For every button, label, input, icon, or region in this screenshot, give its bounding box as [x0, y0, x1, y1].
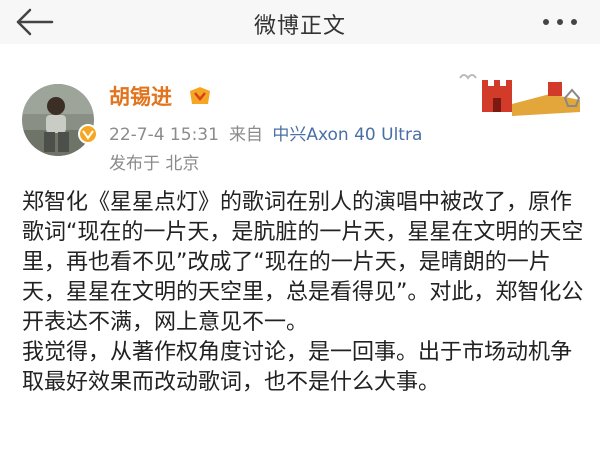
top-navigation-bar: 微博正文: [0, 0, 600, 44]
verified-badge-icon: [78, 124, 98, 144]
post-paragraph-1: 郑智化《星星点灯》的歌词在别人的演唱中被改了，原作歌词“现在的一片天，是肮脏的一…: [22, 190, 584, 335]
more-dots-icon[interactable]: [538, 8, 582, 36]
source-prefix: 来自: [228, 125, 263, 145]
post-location: 发布于 北京: [109, 154, 200, 174]
weibo-member-badge-icon[interactable]: [188, 84, 212, 108]
post-meta: 22-7-4 15:31 来自 中兴Axon 40 Ultra: [109, 120, 422, 145]
device-link[interactable]: 中兴Axon 40 Ultra: [272, 125, 422, 145]
post-time: 22-7-4 15:31: [109, 125, 219, 145]
post-paragraph-2: 我觉得，从著作权角度讨论，是一回事。出于市场动机争取最好效果而改动歌词，也不是什…: [22, 340, 573, 395]
post-body: 郑智化《星星点灯》的歌词在别人的演唱中被改了，原作歌词“现在的一片天，是肮脏的一…: [22, 188, 592, 398]
page-title: 微博正文: [253, 14, 346, 39]
author-name[interactable]: 胡锡进: [109, 81, 172, 111]
user-avatar[interactable]: [22, 84, 94, 156]
great-wall-decoration: [440, 64, 590, 134]
